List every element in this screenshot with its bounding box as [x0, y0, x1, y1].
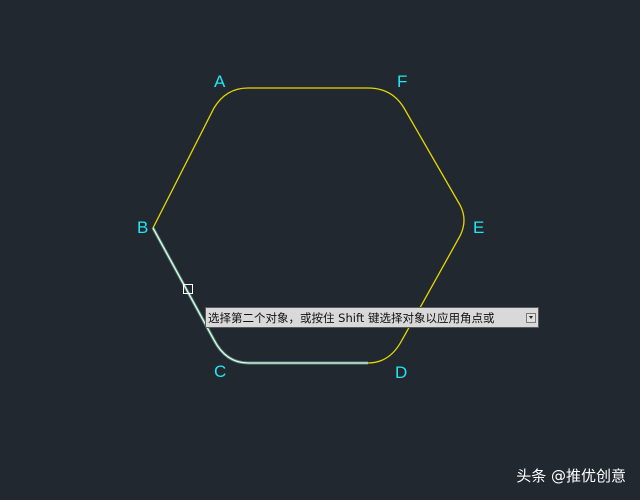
drawing-canvas[interactable] [0, 0, 640, 500]
selected-segment-glow [151, 227, 368, 365]
vertex-label-a: A [214, 72, 226, 91]
watermark: 头条 @推优创意 [516, 467, 626, 485]
pickbox-cursor [183, 284, 193, 294]
tooltip-dropdown-button[interactable] [526, 313, 536, 323]
tooltip-text: 选择第二个对象，或按住 Shift 键选择对象以应用角点或 [208, 311, 495, 325]
selected-segment[interactable] [152, 227, 368, 364]
vertex-label-b: B [137, 218, 149, 237]
vertex-label-f: F [397, 72, 408, 91]
vertex-label-e: E [473, 218, 485, 237]
vertex-label-d: D [395, 363, 408, 382]
command-prompt-tooltip: 选择第二个对象，或按住 Shift 键选择对象以应用角点或 [205, 307, 539, 328]
vertex-label-c: C [214, 362, 227, 381]
